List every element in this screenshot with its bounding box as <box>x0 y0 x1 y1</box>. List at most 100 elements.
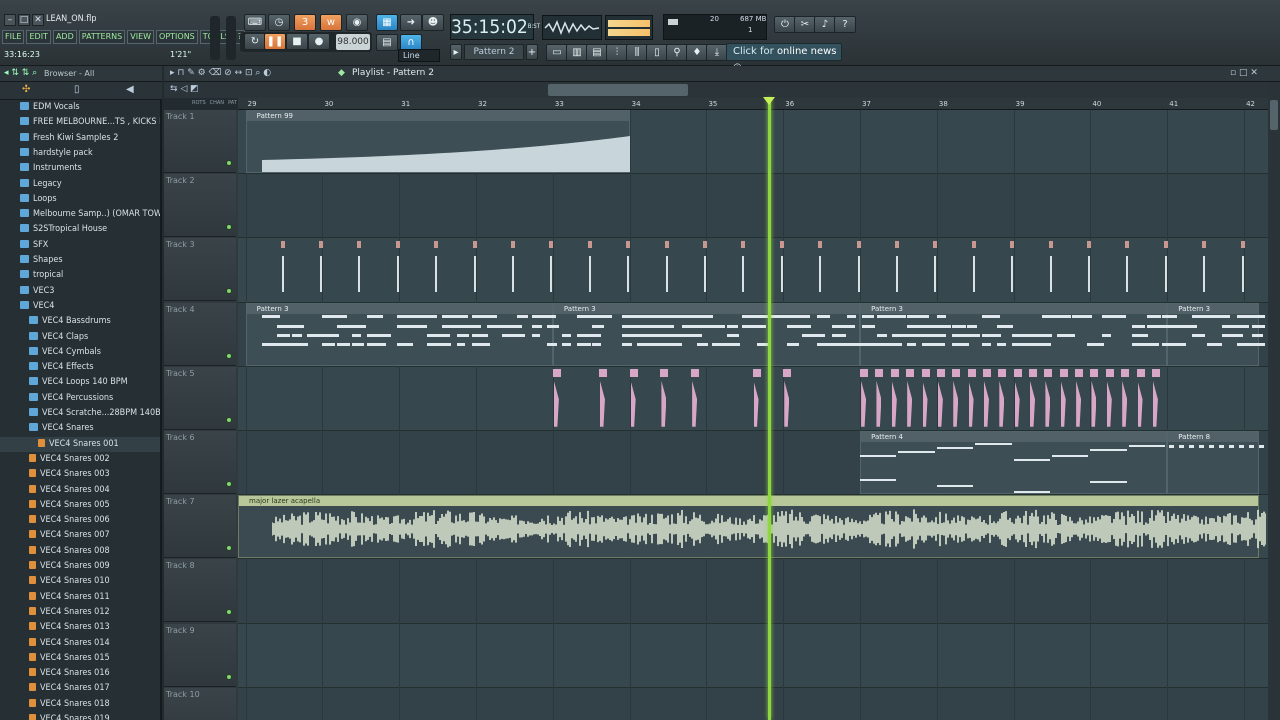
browser-item[interactable]: tropical <box>0 268 160 283</box>
snap-select[interactable]: Line <box>398 49 440 62</box>
track-enable-led[interactable] <box>226 416 232 423</box>
grid-icon[interactable]: ▤ <box>376 34 398 51</box>
browser-item[interactable]: S2STropical House <box>0 222 160 237</box>
playhead[interactable] <box>767 98 771 720</box>
typing-keyboard-icon[interactable]: ⌨ <box>244 14 266 31</box>
microphone-icon[interactable]: ♪ <box>814 16 836 33</box>
restore-icon[interactable]: □ <box>18 14 30 26</box>
browser-item[interactable]: VEC4 Snares 018 <box>0 697 160 712</box>
browser-item[interactable]: VEC4 Scratche...28BPM 140BPM <box>0 406 160 421</box>
browser-item[interactable]: VEC4 Snares 008 <box>0 544 160 559</box>
menu-add[interactable]: ADD <box>52 30 77 44</box>
snap-main-icon[interactable]: ▦ <box>376 14 398 31</box>
track-enable-led[interactable] <box>226 673 232 680</box>
browser-item[interactable]: VEC4 Snares 012 <box>0 605 160 620</box>
track-header[interactable]: Track 6 <box>164 431 236 494</box>
tempo-display[interactable]: 98.000 <box>336 34 370 50</box>
browser-item[interactable]: VEC4 Bassdrums <box>0 314 160 329</box>
browser-item[interactable]: VEC4 Snares 006 <box>0 513 160 528</box>
pattern-prev-icon[interactable]: ▸ <box>450 44 462 60</box>
playlist-tools-icons[interactable]: ▸ ⊓ ✎ ⚙ ⌫ ⊘ ↔ ⊡ ⌕ ◐ <box>170 68 271 78</box>
browser-item[interactable]: SFX <box>0 238 160 253</box>
browser-item[interactable]: FREE MELBOURNE...TS , KICKS ETC <box>0 115 160 130</box>
plugin-picker-icon[interactable]: ▯ <box>646 44 668 61</box>
plugin-icon[interactable]: ⚲ <box>666 44 688 61</box>
browser-item[interactable]: Melbourne Samp..) (OMAR TOWER <box>0 207 160 222</box>
user-icon[interactable]: ☻ <box>422 14 444 31</box>
timeline-ruler[interactable] <box>238 98 1268 110</box>
pattern-clip[interactable]: Pattern 4 <box>860 431 1168 495</box>
track-header[interactable]: Track 5 <box>164 366 236 430</box>
browser-item[interactable]: Fresh Kiwi Samples 2 <box>0 131 160 146</box>
close-icon[interactable]: ✕ <box>32 14 44 26</box>
playhead-marker[interactable] <box>762 97 775 105</box>
master-volume-slider[interactable] <box>210 16 220 60</box>
mixer-2-icon[interactable]: ⫼ <box>626 44 648 61</box>
scissors-icon[interactable]: ✂ <box>794 16 816 33</box>
menu-view[interactable]: VIEW <box>127 30 155 44</box>
track-header[interactable]: Track 2 <box>164 174 236 238</box>
track-lane[interactable] <box>238 687 1268 720</box>
track-header[interactable]: Track 7 <box>164 495 236 559</box>
track-enable-led[interactable] <box>226 481 232 487</box>
browser-item[interactable]: VEC4 Snares 002 <box>0 452 160 467</box>
browser-item[interactable]: hardstyle pack <box>0 146 160 161</box>
browser-item[interactable]: VEC4 Snares 017 <box>0 681 160 696</box>
browser-item[interactable]: EDM Vocals <box>0 100 160 115</box>
browser-item[interactable]: VEC4 Snares 010 <box>0 574 160 589</box>
arrow-right-icon[interactable]: ➜ <box>400 14 422 31</box>
browser-item[interactable]: VEC4 Snares 003 <box>0 467 160 482</box>
piano-roll-icon[interactable]: ▥ <box>566 44 588 61</box>
step-edit-icon[interactable]: w <box>320 14 342 31</box>
browser-item[interactable]: VEC4 Snares 013 <box>0 620 160 635</box>
browser-item[interactable]: VEC4 Snares 001 <box>0 436 160 452</box>
master-pitch-slider[interactable] <box>226 16 236 60</box>
browser-item[interactable]: VEC4 Percussions <box>0 391 160 406</box>
record-button[interactable]: ● <box>308 33 330 50</box>
browser-item[interactable]: VEC3 <box>0 284 160 299</box>
vertical-scroll-thumb[interactable] <box>1270 100 1278 130</box>
pause-button[interactable]: ❚❚ <box>264 33 286 50</box>
browser-tool-sun-icon[interactable]: ✣ <box>22 84 30 95</box>
browser-item[interactable]: VEC4 Cymbals <box>0 345 160 360</box>
browser-item[interactable]: VEC4 Snares 004 <box>0 483 160 498</box>
stop-button[interactable]: ■ <box>286 33 308 50</box>
browser-nav-icons[interactable]: ◂ ⇅ ⇅ ⌕ <box>4 68 37 78</box>
playlist-window-icon[interactable]: ▭ <box>546 44 568 61</box>
track-lane[interactable] <box>238 174 1268 239</box>
browser-item[interactable]: VEC4 Loops 140 BPM <box>0 375 160 390</box>
browser-item[interactable]: VEC4 Snares 009 <box>0 559 160 574</box>
browser-item[interactable]: VEC4 Snares 016 <box>0 666 160 681</box>
pattern-clip[interactable]: Pattern 3 <box>1167 302 1260 366</box>
track-lane[interactable] <box>238 559 1268 624</box>
track-header[interactable]: Track 4 <box>164 302 236 366</box>
blend-notes-icon[interactable]: ◉ <box>346 14 368 31</box>
menu-edit[interactable]: EDIT <box>26 30 51 44</box>
browser-item[interactable]: VEC4 Snares 007 <box>0 528 160 543</box>
download-icon[interactable]: ⤓ <box>706 44 728 61</box>
browser-item[interactable]: VEC4 Snares 014 <box>0 636 160 651</box>
browser-item[interactable]: VEC4 Claps <box>0 330 160 345</box>
pattern-selector[interactable]: Pattern 2 <box>464 44 524 60</box>
channel-rack-icon[interactable]: ▤ <box>586 44 608 61</box>
mixer-icon[interactable]: ⫶ <box>606 44 628 61</box>
vertical-scrollbar[interactable] <box>1268 82 1280 720</box>
track-header[interactable]: Track 10 <box>164 687 236 720</box>
browser-item[interactable]: VEC4 Effects <box>0 360 160 375</box>
browser-item[interactable]: VEC4 Snares 005 <box>0 498 160 513</box>
track-enable-led[interactable] <box>226 545 232 552</box>
menu-patterns[interactable]: PATTERNS <box>78 30 126 44</box>
track-enable-led[interactable] <box>226 288 232 295</box>
power-icon[interactable]: ⏻ <box>774 16 796 33</box>
track-lane[interactable] <box>238 623 1268 688</box>
pattern-clip[interactable]: Pattern 8 <box>1167 431 1260 495</box>
menu-file[interactable]: FILE <box>2 30 25 44</box>
recording-countdown-icon[interactable]: 3 <box>294 14 316 31</box>
browser-item[interactable]: Shapes <box>0 253 160 268</box>
browser-item[interactable]: VEC4 Snares 011 <box>0 590 160 605</box>
track-header[interactable]: Track 9 <box>164 623 236 687</box>
browser-item[interactable]: VEC4 <box>0 299 160 314</box>
track-header[interactable]: Track 3 <box>164 238 236 302</box>
browser-item[interactable]: VEC4 Snares 015 <box>0 651 160 666</box>
track-header[interactable]: Track 8 <box>164 559 236 623</box>
